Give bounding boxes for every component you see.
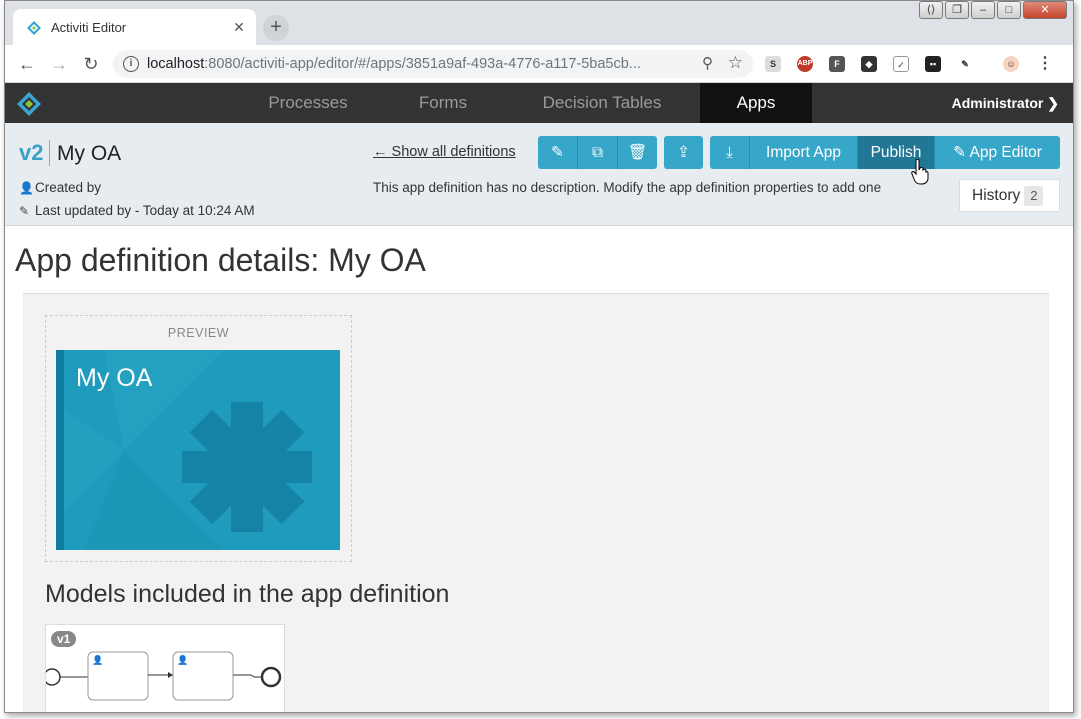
reload-icon[interactable]: ↻ bbox=[79, 53, 103, 75]
extension-s-icon[interactable]: S bbox=[765, 56, 781, 72]
app-definition-title: My OA bbox=[57, 142, 122, 165]
process-model-card[interactable]: v1 👤 👤 bbox=[45, 624, 285, 712]
extension-diamond-icon[interactable]: ◆ bbox=[861, 56, 877, 72]
tab-strip: Activiti Editor ✕ + ⟨⟩ ❐ – □ ✕ bbox=[5, 1, 1073, 45]
window-snap-icon[interactable]: ❐ bbox=[945, 1, 969, 19]
edit-button-group: ✎ ⧉ 🗑 bbox=[538, 136, 657, 169]
svg-text:👤: 👤 bbox=[177, 654, 188, 665]
duplicate-button[interactable]: ⧉ bbox=[578, 136, 618, 169]
import-app-button[interactable]: Import App bbox=[750, 136, 858, 169]
edit-pencil-button[interactable]: ✎ bbox=[538, 136, 578, 169]
nav-apps[interactable]: Apps bbox=[700, 83, 812, 129]
window-switch-icon[interactable]: ⟨⟩ bbox=[919, 1, 943, 19]
minimize-icon[interactable]: – bbox=[971, 1, 995, 19]
window-close-icon[interactable]: ✕ bbox=[1023, 1, 1067, 19]
profile-avatar[interactable]: ☺ bbox=[1003, 56, 1019, 72]
user-name: Administrator bbox=[951, 95, 1044, 111]
page-title: App definition details: My OA bbox=[15, 242, 426, 278]
activiti-favicon-icon bbox=[27, 21, 41, 35]
browser-toolbar: ← → ↻ i localhost:8080/activiti-app/edit… bbox=[5, 45, 1073, 83]
share-export-button[interactable]: ⇪ bbox=[664, 136, 703, 169]
app-description: This app definition has no description. … bbox=[373, 180, 882, 195]
delete-trash-button[interactable]: 🗑 bbox=[618, 136, 657, 169]
tab-title: Activiti Editor bbox=[51, 20, 127, 35]
preview-label: PREVIEW bbox=[167, 326, 230, 340]
user-menu[interactable]: Administrator ❯ bbox=[952, 83, 1059, 123]
nav-forms[interactable]: Forms bbox=[381, 83, 505, 123]
address-bar[interactable]: i localhost:8080/activiti-app/editor/#/a… bbox=[113, 50, 753, 78]
svg-text:👤: 👤 bbox=[92, 654, 103, 665]
models-section-title: Models included in the app definition bbox=[45, 580, 450, 608]
window-controls: ⟨⟩ ❐ – □ ✕ bbox=[919, 1, 1067, 19]
show-all-definitions-link[interactable]: ← Show all definitions bbox=[373, 144, 516, 160]
bookmark-star-icon[interactable]: ☆ bbox=[728, 53, 743, 73]
app-definition-header: v2 My OA 👤Created by ✎ Last updated by - … bbox=[5, 123, 1073, 226]
pencil-icon: ✎ bbox=[19, 204, 30, 218]
app-tile[interactable]: My OA bbox=[56, 350, 340, 550]
browser-window: Activiti Editor ✕ + ⟨⟩ ❐ – □ ✕ ← → ↻ i l… bbox=[4, 0, 1074, 713]
browser-menu-icon[interactable]: ⋮ bbox=[1037, 56, 1053, 72]
actions-button-group: ⤓ Import App Publish ✎ App Editor bbox=[710, 136, 1060, 169]
nav-processes[interactable]: Processes bbox=[253, 83, 363, 123]
content-panel: PREVIEW My OA Models included in the app… bbox=[23, 293, 1049, 712]
new-tab-button[interactable]: + bbox=[263, 15, 289, 41]
last-updated: ✎ Last updated by - Today at 10:24 AM bbox=[19, 203, 255, 218]
share-button-group: ⇪ bbox=[664, 136, 703, 169]
extension-lang-icon[interactable]: ✎ bbox=[957, 56, 973, 72]
activiti-logo-icon[interactable] bbox=[17, 92, 41, 116]
tile-app-name: My OA bbox=[76, 364, 153, 392]
site-info-icon[interactable]: i bbox=[123, 56, 139, 72]
app-editor-button[interactable]: ✎ App Editor bbox=[935, 136, 1060, 169]
tab-close-icon[interactable]: ✕ bbox=[230, 18, 248, 36]
hand-cursor-icon bbox=[911, 159, 929, 185]
download-button[interactable]: ⤓ bbox=[710, 136, 750, 169]
process-diagram-thumbnail: 👤 👤 bbox=[46, 651, 282, 701]
zoom-icon[interactable]: ⚲ bbox=[702, 54, 713, 72]
version-label: v2 bbox=[19, 140, 51, 166]
extension-glasses-icon[interactable]: ▪▪ bbox=[925, 56, 941, 72]
forward-arrow-icon[interactable]: → bbox=[47, 53, 71, 75]
app-navbar: Processes Forms Decision Tables Apps Adm… bbox=[5, 83, 1073, 129]
user-icon: 👤 bbox=[19, 181, 34, 195]
asterisk-icon bbox=[182, 402, 312, 532]
maximize-icon[interactable]: □ bbox=[997, 1, 1021, 19]
history-button[interactable]: History 2 bbox=[959, 179, 1060, 212]
back-arrow-icon[interactable]: ← bbox=[15, 53, 39, 75]
extension-f-icon[interactable]: F bbox=[829, 56, 845, 72]
url-text[interactable]: localhost:8080/activiti-app/editor/#/app… bbox=[147, 56, 641, 72]
nav-decision-tables[interactable]: Decision Tables bbox=[525, 83, 679, 123]
browser-tab[interactable]: Activiti Editor ✕ bbox=[13, 9, 256, 45]
extension-shield-icon[interactable]: ✓ bbox=[893, 56, 909, 72]
created-by: 👤Created by bbox=[19, 180, 102, 195]
app-preview: PREVIEW My OA bbox=[45, 315, 352, 562]
chevron-down-icon: ❯ bbox=[1047, 95, 1059, 111]
adblock-icon[interactable]: ABP bbox=[797, 56, 813, 72]
history-count-badge: 2 bbox=[1024, 186, 1044, 206]
